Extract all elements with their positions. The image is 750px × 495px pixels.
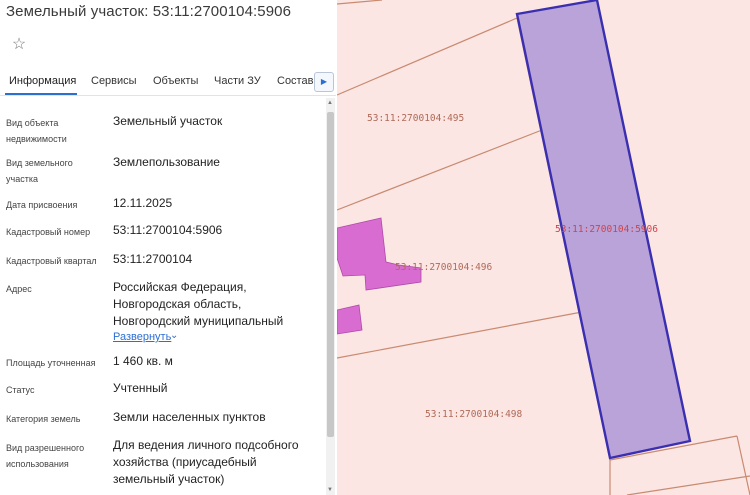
parcel-boundary — [337, 311, 583, 359]
page-title: Земельный участок: 53:11:2700104:5906 — [6, 3, 292, 20]
parcel-boundary — [626, 475, 750, 495]
scroll-down-icon[interactable]: ▼ — [327, 487, 333, 493]
info-panel: Земельный участок: 53:11:2700104:5906 ☆ … — [0, 0, 336, 495]
star-outline-icon[interactable]: ☆ — [10, 36, 28, 54]
field-label: Вид объекта недвижимости — [6, 118, 67, 144]
field-value: 53:11:2700104:5906 — [113, 223, 223, 237]
field-value: 12.11.2025 — [113, 196, 173, 210]
parcel-boundary — [337, 17, 518, 96]
expand-link[interactable]: Развернуть — [113, 331, 171, 343]
field-value: Земельный участок — [113, 114, 223, 128]
field-label: Дата присвоения — [6, 200, 78, 210]
field-value: 53:11:2700104 — [113, 252, 193, 266]
parcel-boundary — [337, 0, 383, 5]
field-label: Кадастровый номер — [6, 227, 91, 237]
active-tab-indicator — [5, 93, 77, 95]
field-label: Вид разрешенного использования — [6, 443, 85, 469]
map-canvas[interactable]: 53:11:2700104:495 53:11:2700104:496 53:1… — [337, 0, 750, 495]
tab-services[interactable]: Сервисы — [91, 75, 137, 87]
chevron-right-icon[interactable]: ▶ — [314, 72, 334, 92]
scrollbar-thumb[interactable] — [327, 112, 334, 437]
parcel-label-495: 53:11:2700104:495 — [367, 113, 464, 124]
tab-bar: Информация Сервисы Объекты Части ЗУ Сост… — [0, 68, 336, 96]
field-label: Статус — [6, 385, 35, 395]
tab-parts[interactable]: Части ЗУ — [214, 75, 261, 87]
parcel-label-selected: 53:11:2700104:5906 — [555, 224, 658, 235]
field-label: Кадастровый квартал — [6, 256, 97, 266]
field-value: Для ведения личного подсобного хозяйства… — [113, 438, 299, 486]
field-value: Земли населенных пунктов — [113, 410, 266, 424]
cadastral-map[interactable]: 53:11:2700104:495 53:11:2700104:496 53:1… — [337, 0, 750, 495]
field-value: 1 460 кв. м — [113, 354, 173, 368]
parcel-label-498: 53:11:2700104:498 — [425, 409, 523, 420]
tab-info[interactable]: Информация — [9, 75, 76, 87]
parcel-boundary — [736, 435, 750, 495]
field-label: Вид земельного участка — [6, 158, 73, 184]
building — [337, 304, 363, 335]
field-value: Учтенный — [113, 381, 168, 395]
parcel-label-496: 53:11:2700104:496 — [395, 262, 493, 273]
building — [337, 217, 422, 291]
field-value: Российская Федерация, Новгородская облас… — [113, 280, 284, 328]
field-label: Адрес — [6, 284, 32, 294]
tab-composition[interactable]: Состав — [277, 75, 313, 87]
parcel-boundary — [337, 129, 543, 211]
field-value: Землепользование — [113, 155, 220, 169]
field-label: Площадь уточненная — [6, 358, 96, 368]
field-label: Категория земель — [6, 414, 81, 424]
scroll-up-icon[interactable]: ▲ — [327, 100, 333, 106]
tab-objects[interactable]: Объекты — [153, 75, 198, 87]
chevron-down-icon[interactable]: ⌄ — [170, 330, 178, 341]
